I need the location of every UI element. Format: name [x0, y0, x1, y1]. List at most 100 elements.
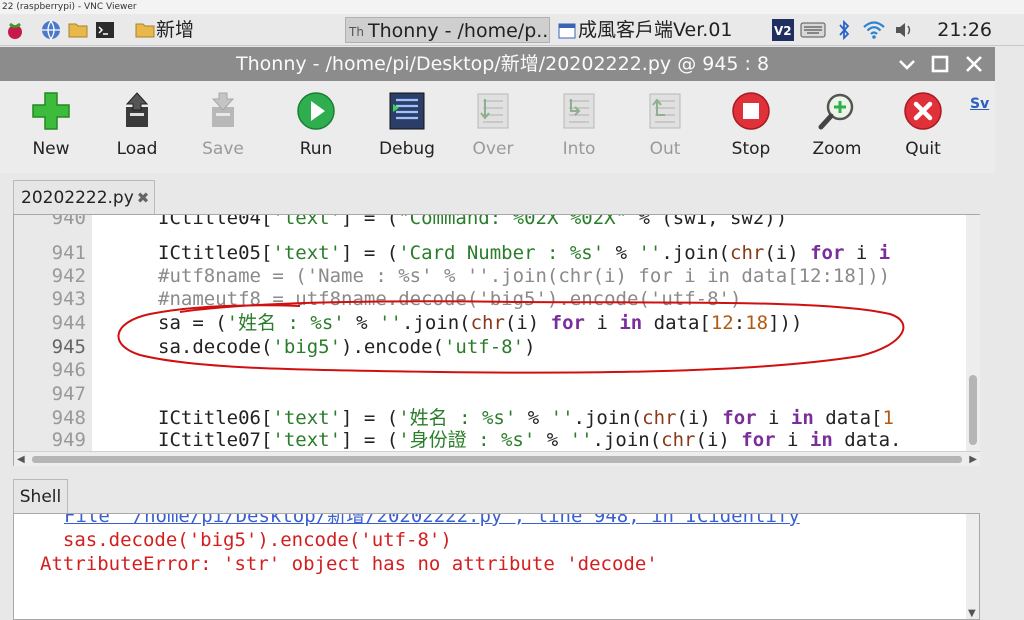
run-label: Run [299, 139, 333, 159]
step-into-icon [563, 93, 595, 129]
code-line-current: sa.decode('big5').encode('utf-8') [158, 336, 536, 358]
run-button[interactable]: Run [278, 91, 354, 171]
svg-text:Th: Th [348, 25, 364, 39]
new-label: New [32, 139, 70, 159]
code-comment-line: #nameutf8 = utf8name.decode('big5').enco… [158, 288, 742, 310]
save-button[interactable]: Save [185, 91, 261, 171]
taskbar-folder-item[interactable]: 新增 [156, 17, 236, 43]
traceback-file-link[interactable]: File "/home/pi/Desktop/新增/20202222.py", … [64, 514, 800, 528]
out-label: Out [649, 139, 681, 159]
vnc-title-bar: 22 (raspberrypi) - VNC Viewer [0, 0, 1024, 14]
taskbar-thonny-item[interactable]: Thonny - /home/p... [345, 17, 550, 43]
support-link[interactable]: Sv [970, 96, 989, 112]
stop-icon [732, 92, 770, 130]
browser-globe-icon[interactable] [40, 19, 62, 41]
vnc-title: 22 (raspberrypi) - VNC Viewer [2, 2, 137, 12]
stop-button[interactable]: Stop [713, 91, 789, 171]
tab-editor-file[interactable]: 20202222.py ✖ [13, 180, 155, 215]
editor-horizontal-thumb[interactable] [32, 456, 962, 463]
stop-label: Stop [731, 139, 771, 159]
line-number: 942 [51, 265, 86, 287]
zoom-magnifier-icon [818, 93, 854, 130]
step-into-button[interactable]: Into [541, 91, 617, 171]
thonny-task-label: Thonny - /home/p... [368, 20, 550, 42]
line-number: 946 [51, 359, 86, 381]
shell-console[interactable]: File "/home/pi/Desktop/新增/20202222.py", … [13, 513, 980, 620]
terminal-icon[interactable] [94, 19, 116, 41]
over-label: Over [472, 139, 514, 159]
vnc-screen: 22 (raspberrypi) - VNC Viewer 新增 Thonny … [0, 0, 1024, 620]
vnc-server-icon[interactable]: V2 [771, 18, 795, 42]
thonny-app-icon: Th [348, 25, 364, 39]
volume-icon[interactable] [893, 18, 915, 42]
new-button[interactable]: New [13, 91, 89, 171]
client-task-label: 成風客戶端Ver.01 [578, 19, 733, 41]
debug-label: Debug [379, 139, 435, 159]
code-editor[interactable]: 940 941 942 943 944 945 946 947 948 949 … [13, 214, 980, 466]
line-number: 940 [51, 215, 86, 229]
scroll-down-arrow-icon[interactable]: ▼ [968, 608, 976, 619]
line-number-gutter: 940 941 942 943 944 945 946 947 948 949 [14, 215, 92, 451]
file-manager-icon[interactable] [67, 19, 89, 41]
editor-tab-label: 20202222.py [21, 188, 134, 208]
tab-shell[interactable]: Shell [13, 479, 68, 514]
into-label: Into [562, 139, 596, 159]
close-icon[interactable] [963, 53, 985, 75]
quit-button[interactable]: Quit [885, 91, 961, 171]
window-title-bar[interactable]: Thonny - /home/pi/Desktop/新增/20202222.py… [0, 47, 995, 81]
keyboard-icon[interactable] [800, 18, 826, 42]
quit-x-icon [904, 92, 942, 130]
taskbar-clock: 21:26 [937, 19, 992, 41]
maximize-icon[interactable] [929, 53, 951, 75]
code-comment-line: #utf8name = ('Name : %s' % ''.join(chr(i… [158, 265, 891, 287]
svg-text:V2: V2 [774, 24, 792, 38]
debug-button[interactable]: Debug [369, 91, 445, 171]
load-icon [125, 92, 149, 127]
toolbar: New Load Save Run Debug Over Into Out St… [0, 81, 995, 173]
code-line: ICtitle06['text'] = ('姓名 : %s' % ''.join… [158, 407, 894, 429]
scroll-left-arrow-icon[interactable]: ◀ [17, 454, 25, 465]
line-number: 947 [51, 383, 86, 405]
line-number: 944 [51, 312, 86, 334]
error-message: AttributeError: 'str' object has no attr… [40, 553, 658, 575]
shell-vertical-scrollbar[interactable]: ▼ [966, 514, 979, 619]
editor-vertical-thumb[interactable] [969, 375, 977, 445]
run-play-icon [297, 92, 335, 130]
taskbar-client-item[interactable]: 成風客戶端Ver.01 [554, 17, 754, 43]
zoom-button[interactable]: Zoom [799, 91, 875, 171]
load-label: Load [116, 139, 158, 159]
bluetooth-icon[interactable] [836, 18, 852, 42]
step-out-button[interactable]: Out [627, 91, 703, 171]
line-number: 943 [51, 288, 86, 310]
tab-close-icon[interactable]: ✖ [137, 189, 150, 207]
line-number: 941 [51, 242, 86, 264]
desktop-edge [995, 47, 1024, 620]
window-app-icon [558, 23, 576, 39]
wifi-icon[interactable] [862, 18, 886, 42]
code-area[interactable]: ICtitle04['text'] = ("Command: %02X %02X… [158, 215, 968, 451]
code-line: sa = ('姓名 : %s' % ''.join(chr(i) for i i… [158, 312, 803, 334]
editor-horizontal-scrollbar[interactable]: ◀ ▶ [14, 451, 980, 466]
load-button[interactable]: Load [99, 91, 175, 171]
taskbar: 新增 Thonny - /home/p... Th 成風客戶端Ver.01 V2 [0, 14, 1024, 46]
quit-label: Quit [905, 139, 941, 159]
line-number-current: 945 [51, 336, 86, 358]
code-line: ICtitle04['text'] = ("Command: %02X %02X… [158, 215, 788, 229]
traceback-code-line: sas.decode('big5').encode('utf-8') [40, 529, 452, 551]
minimize-chevron-icon[interactable] [896, 53, 918, 75]
window-title: Thonny - /home/pi/Desktop/新增/20202222.py… [236, 53, 770, 75]
folder-icon [135, 23, 155, 38]
step-over-icon [477, 93, 509, 129]
raspberry-menu-icon[interactable] [4, 19, 26, 41]
scroll-right-arrow-icon[interactable]: ▶ [969, 454, 977, 465]
debug-icon [389, 92, 425, 130]
line-number: 948 [51, 407, 86, 429]
step-out-icon [649, 93, 681, 129]
code-line: ICtitle05['text'] = ('Card Number : %s' … [158, 242, 891, 264]
save-icon [211, 92, 235, 127]
new-plus-icon [32, 92, 70, 130]
zoom-label: Zoom [812, 139, 862, 159]
step-over-button[interactable]: Over [455, 91, 531, 171]
line-number: 949 [51, 429, 86, 451]
editor-vertical-scrollbar[interactable] [966, 215, 980, 451]
